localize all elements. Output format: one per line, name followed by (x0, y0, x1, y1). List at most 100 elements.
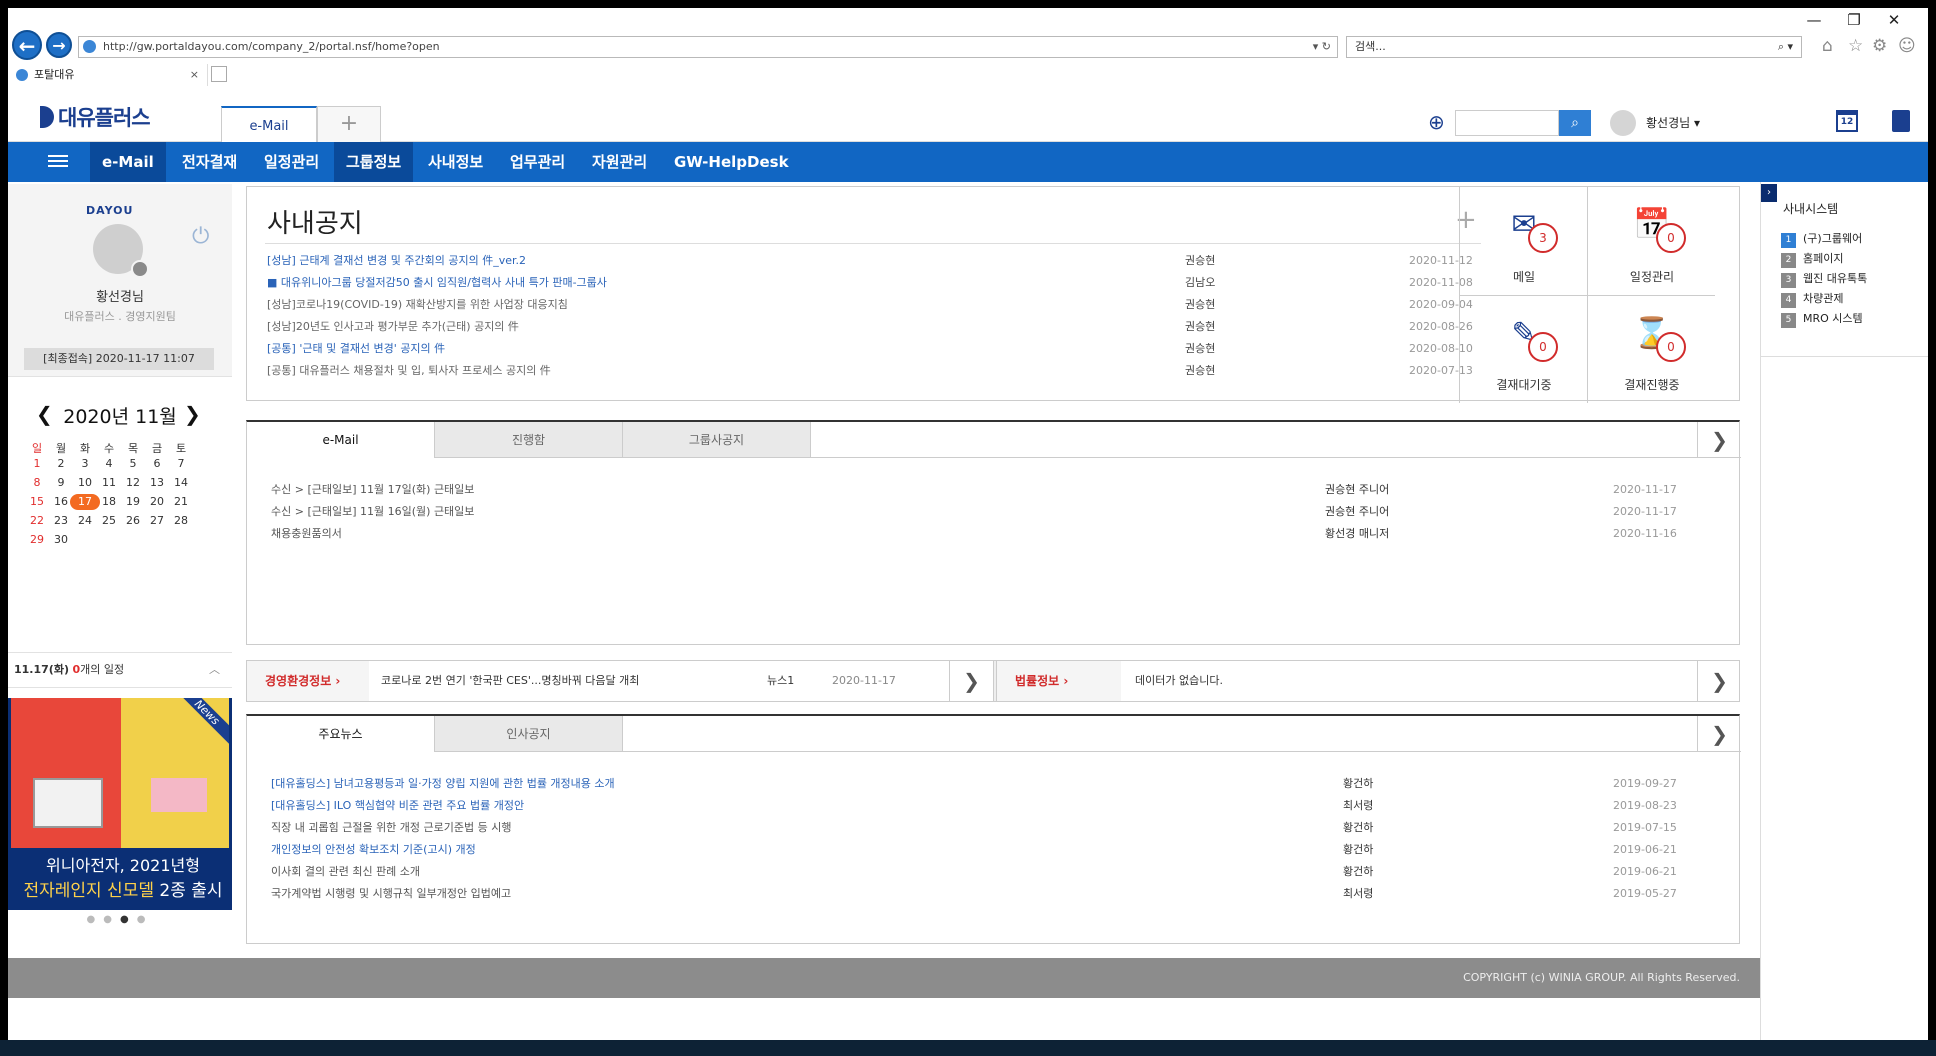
carousel-dots[interactable]: ●●●● (8, 914, 232, 925)
calendar-day[interactable]: 14 (166, 475, 196, 491)
law-info-more-icon[interactable]: ❯ (1697, 661, 1741, 701)
chevron-up-icon[interactable]: ︿ (209, 653, 220, 687)
mail-title[interactable]: 수신 > [근태일보] 11월 17일(화) 근태일보 (271, 480, 474, 500)
profile-settings-icon[interactable] (131, 260, 149, 278)
nav-item-helpdesk[interactable]: GW-HelpDesk (662, 142, 801, 182)
power-icon[interactable]: ⏻ (192, 224, 209, 249)
tab-email-list[interactable]: e-Mail (247, 422, 435, 458)
avatar[interactable] (1610, 110, 1636, 136)
home-icon[interactable]: ⌂ (1822, 36, 1833, 56)
calendar-day[interactable]: 28 (166, 513, 196, 529)
favorites-icon[interactable]: ☆ (1848, 36, 1863, 56)
tab-progress[interactable]: 진행함 (435, 422, 623, 458)
mail-title[interactable]: 채용충원품의서 (271, 524, 342, 544)
settings-icon[interactable]: ⚙ (1872, 36, 1887, 56)
tab-group-notice[interactable]: 그룹사공지 (623, 422, 811, 458)
notice-title-text[interactable]: [공통] '근태 및 결재선 변경' 공지의 件 (267, 339, 445, 359)
schedule-bar[interactable]: 11.17(화) 0개의 일정 ︿ (8, 652, 232, 688)
add-tab-button[interactable]: + (317, 106, 381, 142)
nav-item-email[interactable]: e-Mail (90, 142, 166, 182)
notice-row[interactable]: [성남] 근태계 결재선 변경 및 주간회의 공지의 件_ver.2 권승현 202… (267, 251, 1479, 271)
news-title[interactable]: [대유홀딩스] 남녀고용평등과 일·가정 양립 지원에 관한 법률 개정내용 소… (271, 774, 615, 794)
news-more-icon[interactable]: ❯ (1697, 716, 1741, 752)
search-button[interactable]: ⌕ (1559, 110, 1591, 136)
back-button[interactable]: ← (12, 30, 42, 60)
notice-row[interactable]: [공통] '근태 및 결재선 변경' 공지의 件 권승현 2020-08-10 (267, 339, 1479, 359)
news-title[interactable]: 국가계약법 시행령 및 시행규칙 일부개정안 입법예고 (271, 884, 511, 904)
calendar-day[interactable]: 21 (166, 494, 196, 510)
close-window-button[interactable]: ✕ (1874, 10, 1914, 30)
quick-item[interactable]: 📅 0 일정관리 (1587, 187, 1715, 295)
quick-item[interactable]: ✉ 3 메일 (1459, 187, 1587, 295)
tab-close-icon[interactable]: × (190, 64, 199, 86)
news-author: 황건하 (1343, 865, 1374, 878)
nav-item-work[interactable]: 업무관리 (498, 142, 577, 182)
biz-info-headline[interactable]: 코로나로 2번 연기 '한국판 CES'...명칭바꿔 다음달 개최 (381, 661, 639, 701)
user-search-input[interactable] (1455, 110, 1559, 136)
system-item[interactable]: 3 웹진 대유톡톡 (1781, 270, 1867, 288)
news-author: 황건하 (1343, 821, 1374, 834)
notice-row[interactable]: ■ 대유위니아그룹 당절저감50 출시 임직원/협력사 사내 특가 판매-그룹사… (267, 273, 1479, 293)
news-title[interactable]: 직장 내 괴롭힘 근절을 위한 개정 근로기준법 등 시행 (271, 818, 512, 838)
forward-button[interactable]: → (46, 32, 72, 58)
nav-item-group[interactable]: 그룹정보 (334, 142, 414, 182)
logo[interactable]: 대유플러스 (40, 102, 151, 132)
system-item[interactable]: 5 MRO 시스템 (1781, 310, 1863, 328)
system-item[interactable]: 1 (구)그룹웨어 (1781, 230, 1862, 248)
calendar-title: 2020년 11월 (63, 406, 177, 428)
notice-title-text[interactable]: [성남] 근태계 결재선 변경 및 주간회의 공지의 件_ver.2 (267, 251, 526, 271)
book-icon[interactable] (1892, 110, 1910, 132)
system-item[interactable]: 4 차량관제 (1781, 290, 1843, 308)
search-icon[interactable]: ⌕ ▾ (1778, 37, 1793, 57)
notice-title-text[interactable]: [공통] 대유플러스 채용절차 및 입, 퇴사자 프로세스 공지의 件 (267, 361, 551, 381)
news-banner[interactable]: News 위니아전자, 2021년형 전자레인지 신모델 2종 출시 (8, 698, 232, 910)
weekday-label: 토 (175, 442, 187, 455)
mail-date: 2020-11-16 (1613, 527, 1677, 540)
prev-month-icon[interactable]: ❮ (36, 402, 53, 426)
nav-item-company[interactable]: 사내정보 (416, 142, 495, 182)
count-badge: 0 (1656, 223, 1686, 253)
biz-info-label[interactable]: 경영환경정보 › (247, 661, 369, 701)
user-menu[interactable]: 황선경님 ▾ (1646, 114, 1700, 131)
minimize-button[interactable]: — (1794, 10, 1834, 30)
biz-info-more-icon[interactable]: ❯ (949, 661, 993, 701)
notice-title-text[interactable]: [성남]20년도 인사고과 평가부문 추가(근태) 공지의 件 (267, 317, 519, 337)
user-search-icon[interactable]: ⊕ (1428, 110, 1445, 134)
calendar-day[interactable]: 30 (46, 532, 76, 548)
tab-filler (623, 716, 1697, 752)
notice-row[interactable]: [성남]20년도 인사고과 평가부문 추가(근태) 공지의 件 권승현 2020-0… (267, 317, 1479, 337)
calendar-day[interactable]: 7 (166, 456, 196, 472)
law-info-label[interactable]: 법률정보 › (997, 661, 1121, 701)
next-month-icon[interactable]: ❯ (184, 402, 201, 426)
new-tab-button[interactable] (211, 66, 227, 82)
tab-favicon (16, 69, 28, 81)
notice-title-text[interactable]: [성남]코로나19(COVID-19) 재확산방지를 위한 사업장 대응지침 (267, 295, 568, 315)
mail-more-icon[interactable]: ❯ (1697, 422, 1741, 458)
news-title[interactable]: [대유홀딩스] ILO 핵심협약 비준 관련 주요 법률 개정안 (271, 796, 524, 816)
tab-email[interactable]: e-Mail (221, 106, 317, 143)
restore-button[interactable]: ❐ (1834, 10, 1874, 30)
tab-hr-notice[interactable]: 인사공지 (435, 716, 623, 752)
browser-search-input[interactable]: 검색... ⌕ ▾ (1346, 36, 1802, 58)
address-bar[interactable]: http://gw.portaldayou.com/company_2/port… (78, 36, 1338, 58)
nav-item-approval[interactable]: 전자결재 (170, 142, 249, 182)
quick-item[interactable]: ✎ 0 결재대기중 (1459, 295, 1587, 403)
news-title[interactable]: 이사회 결의 관련 최신 판례 소개 (271, 862, 420, 882)
menu-icon[interactable] (48, 152, 68, 172)
news-title[interactable]: 개인정보의 안전성 확보조치 기준(고시) 개정 (271, 840, 476, 860)
notice-row[interactable]: [성남]코로나19(COVID-19) 재확산방지를 위한 사업장 대응지침 권승… (267, 295, 1479, 315)
quick-item[interactable]: ⌛ 0 결재진행중 (1587, 295, 1715, 403)
browser-tab[interactable]: 포탈대유 × (8, 64, 208, 86)
smiley-icon[interactable]: ☺ (1898, 36, 1916, 56)
nav-item-schedule[interactable]: 일정관리 (252, 142, 331, 182)
sidebar-toggle-icon[interactable]: › (1761, 184, 1777, 202)
nav-item-resource[interactable]: 자원관리 (580, 142, 659, 182)
system-item[interactable]: 2 홈페이지 (1781, 250, 1843, 268)
refresh-icon[interactable]: ▾ ↻ (1313, 37, 1331, 57)
notice-title-text[interactable]: ■ 대유위니아그룹 당절저감50 출시 임직원/협력사 사내 특가 판매-그룹사 (267, 273, 607, 293)
tab-main-news[interactable]: 주요뉴스 (247, 716, 435, 752)
mail-title[interactable]: 수신 > [근태일보] 11월 16일(월) 근태일보 (271, 502, 474, 522)
notice-row[interactable]: [공통] 대유플러스 채용절차 및 입, 퇴사자 프로세스 공지의 件 권승현 20… (267, 361, 1479, 381)
calendar-icon[interactable]: 12 (1836, 110, 1858, 132)
microwave-image (33, 778, 103, 828)
